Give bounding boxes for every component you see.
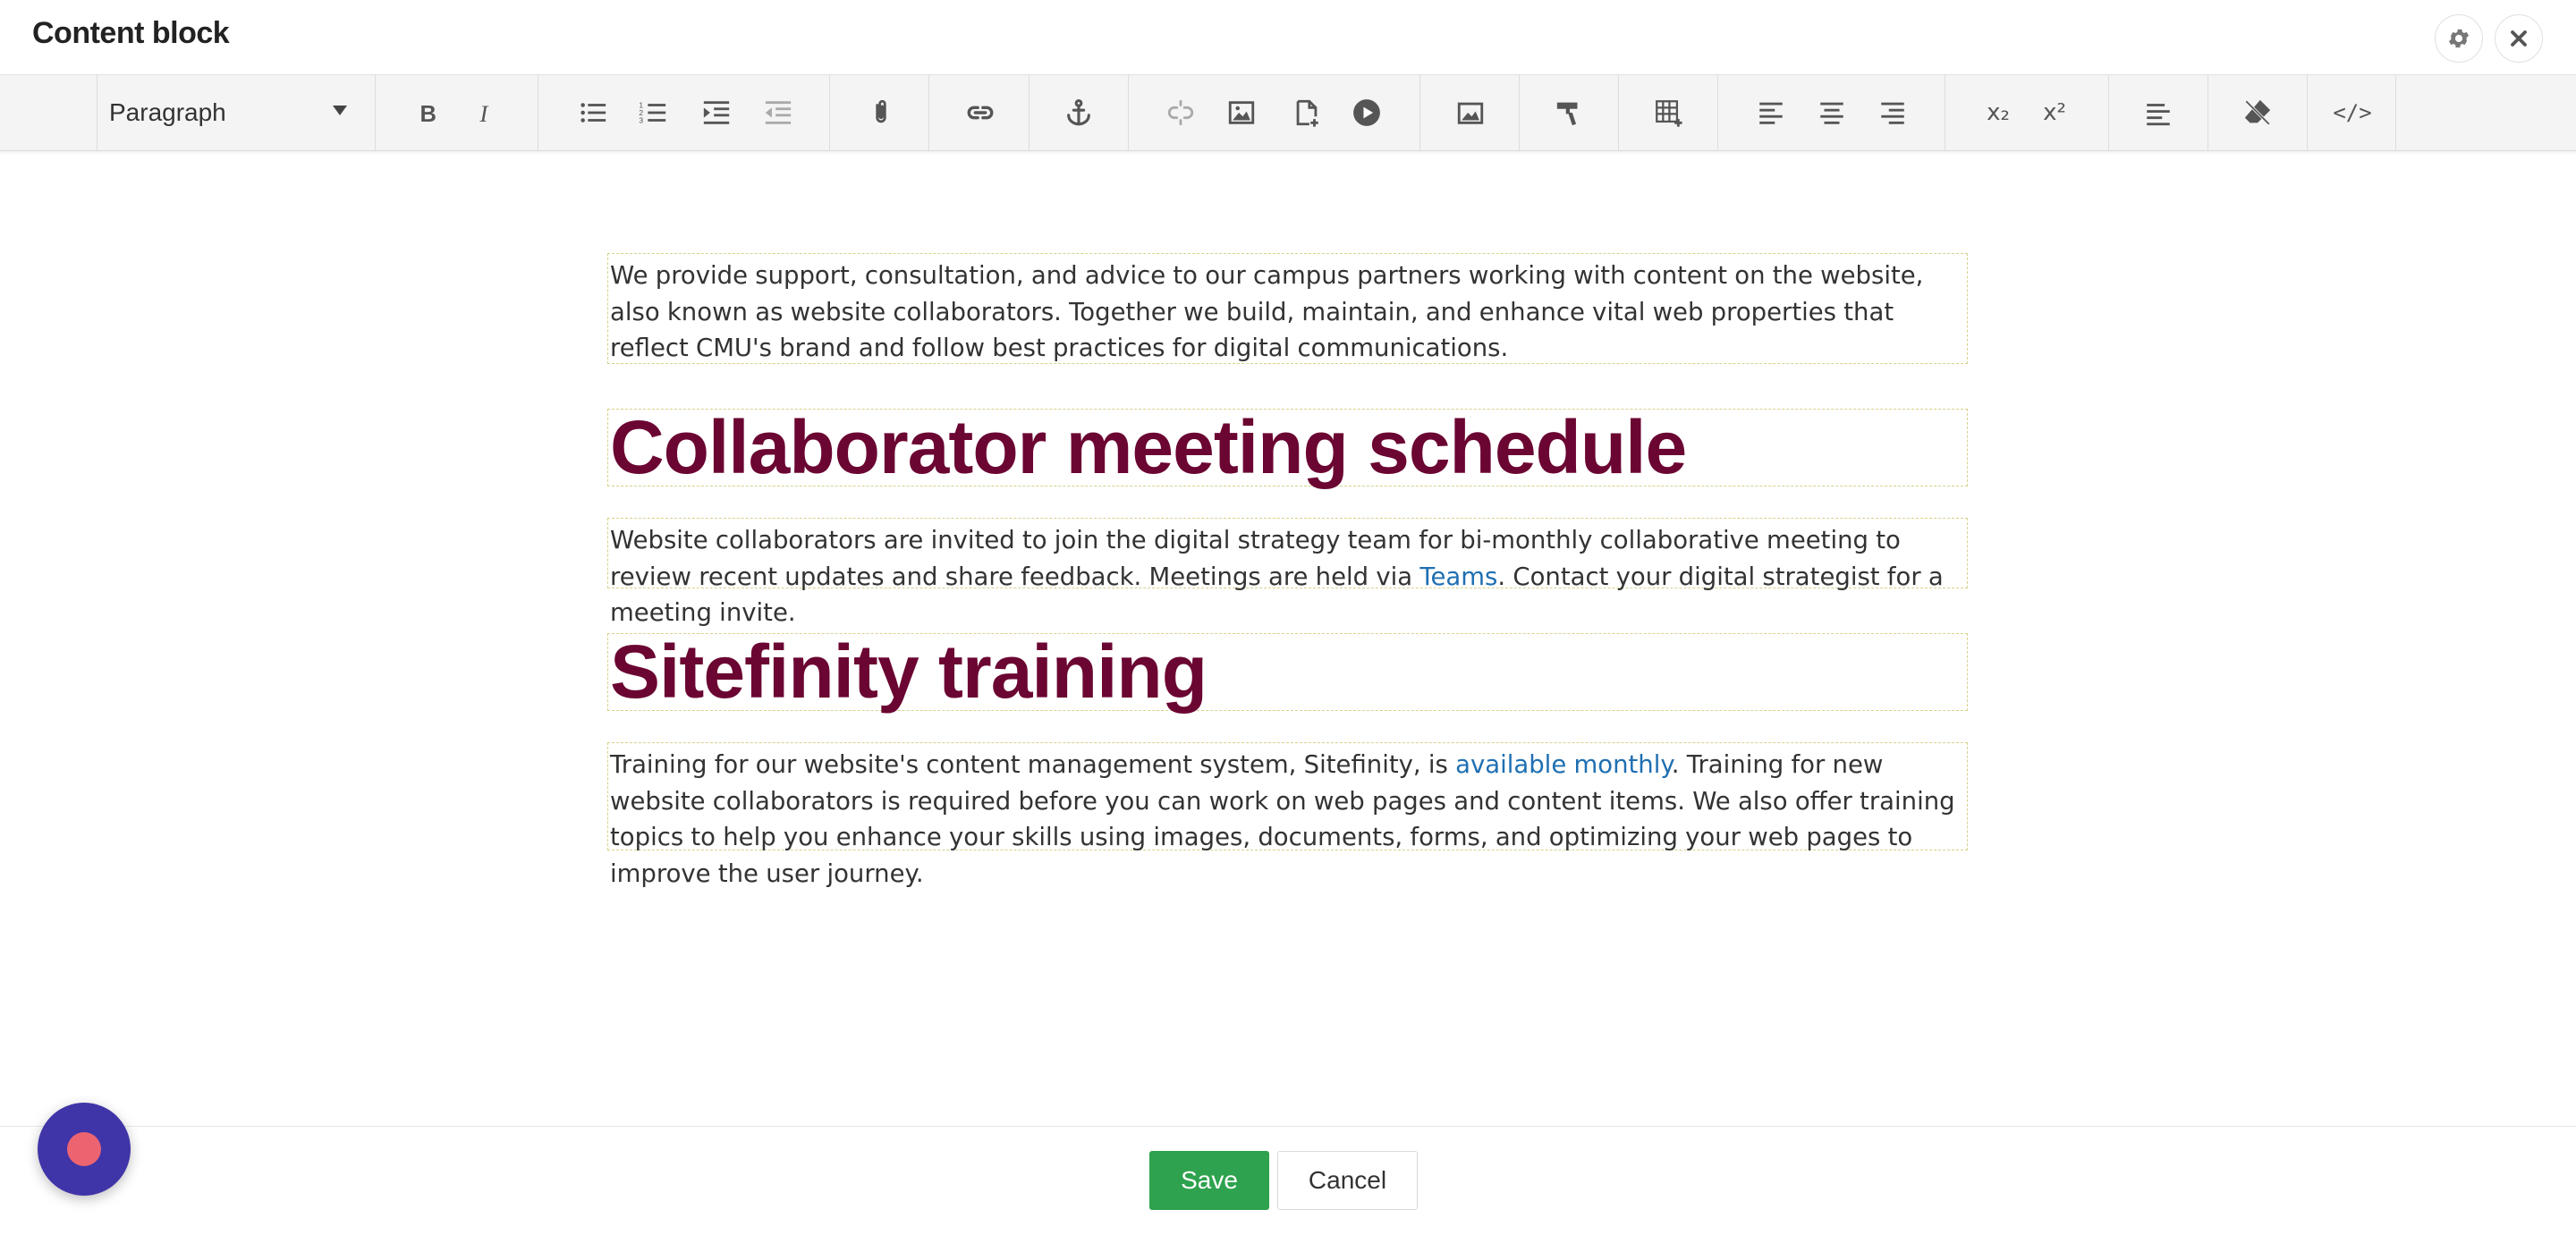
- gear-icon: [2448, 29, 2470, 48]
- cancel-button[interactable]: Cancel: [1277, 1151, 1418, 1210]
- record-icon: [67, 1132, 101, 1166]
- paragraph-style-button[interactable]: [2139, 93, 2178, 132]
- attach-document-button[interactable]: [861, 93, 901, 132]
- indent-icon: [703, 101, 730, 124]
- intro-paragraph: We provide support, consultation, and ad…: [610, 261, 1924, 362]
- close-icon: [2511, 30, 2527, 47]
- header-bar: Content block: [0, 0, 2576, 75]
- subscript-button[interactable]: x₂: [1979, 93, 2018, 132]
- settings-button[interactable]: [2435, 14, 2483, 63]
- bulleted-list-button[interactable]: [573, 93, 613, 132]
- svg-text:B: B: [420, 102, 436, 127]
- text-lines-icon: [2147, 104, 2170, 126]
- indent-button[interactable]: [697, 93, 736, 132]
- insert-document-button[interactable]: [1287, 93, 1326, 132]
- heading-sitefinity-training: Sitefinity training: [610, 630, 1208, 714]
- paint-brush-icon: [1556, 102, 1578, 126]
- caret-down-icon: [333, 106, 347, 115]
- html-source-button[interactable]: </>: [2333, 93, 2372, 132]
- bold-icon: B: [420, 102, 436, 127]
- anchor-icon: [1067, 98, 1090, 126]
- align-right-icon: [1881, 102, 1904, 124]
- insert-image-button[interactable]: [1222, 93, 1261, 132]
- insert-table-button[interactable]: [1648, 93, 1688, 132]
- outdent-button[interactable]: [758, 93, 798, 132]
- align-right-button[interactable]: [1873, 93, 1912, 132]
- image-properties-button[interactable]: [1451, 93, 1490, 132]
- bold-button[interactable]: B: [408, 93, 447, 132]
- teams-link[interactable]: Teams: [1419, 563, 1497, 591]
- paperclip-icon: [876, 99, 886, 123]
- paragraph-text: Training for our website's content manag…: [610, 750, 1456, 779]
- insert-anchor-button[interactable]: [1059, 93, 1098, 132]
- page-title: Content block: [32, 16, 230, 50]
- align-center-button[interactable]: [1812, 93, 1852, 132]
- paragraph-block[interactable]: Website collaborators are invited to joi…: [607, 518, 1968, 627]
- picture-icon: [1457, 102, 1484, 124]
- svg-text:3: 3: [639, 115, 643, 124]
- bulleted-list-icon: [580, 103, 606, 123]
- numbered-list-button[interactable]: 123: [633, 93, 673, 132]
- heading-block[interactable]: Sitefinity training: [607, 633, 1968, 711]
- align-left-icon: [1759, 102, 1783, 124]
- paragraph-block[interactable]: Training for our website's content manag…: [607, 742, 1968, 888]
- close-button[interactable]: [2495, 14, 2543, 63]
- editor-toolbar: Paragraph B I 123 x₂ x² </>: [0, 75, 2576, 151]
- training-paragraph: Training for our website's content manag…: [608, 743, 1967, 892]
- paragraph-format-dropdown[interactable]: Paragraph: [98, 75, 374, 150]
- eraser-icon: [2244, 99, 2271, 125]
- image-icon: [1228, 101, 1255, 124]
- insert-video-button[interactable]: [1347, 93, 1386, 132]
- clear-formatting-button[interactable]: [2238, 93, 2277, 132]
- insert-link-button[interactable]: [961, 93, 1000, 132]
- heading-block[interactable]: Collaborator meeting schedule: [607, 409, 1968, 486]
- align-center-icon: [1820, 102, 1843, 124]
- save-button[interactable]: Save: [1149, 1151, 1269, 1210]
- superscript-button[interactable]: x²: [2035, 93, 2074, 132]
- play-icon: [1353, 99, 1380, 126]
- format-painter-button[interactable]: [1550, 93, 1589, 132]
- italic-icon: I: [479, 100, 489, 127]
- table-icon: [1656, 100, 1682, 127]
- numbered-list-icon: 123: [639, 100, 666, 124]
- outdent-icon: [765, 101, 792, 124]
- unlink-icon: [1167, 99, 1194, 126]
- paragraph-block[interactable]: We provide support, consultation, and ad…: [607, 253, 1968, 364]
- format-select-value: Paragraph: [109, 98, 226, 126]
- record-button[interactable]: [38, 1103, 131, 1196]
- italic-button[interactable]: I: [465, 93, 504, 132]
- link-icon: [967, 106, 994, 120]
- document-icon: [1296, 99, 1318, 127]
- meeting-paragraph: Website collaborators are invited to joi…: [608, 519, 1967, 631]
- available-monthly-link[interactable]: available monthly: [1455, 750, 1672, 779]
- align-left-button[interactable]: [1751, 93, 1791, 132]
- svg-text:I: I: [479, 100, 489, 127]
- remove-link-button[interactable]: [1161, 93, 1200, 132]
- heading-meeting-schedule: Collaborator meeting schedule: [610, 405, 1687, 489]
